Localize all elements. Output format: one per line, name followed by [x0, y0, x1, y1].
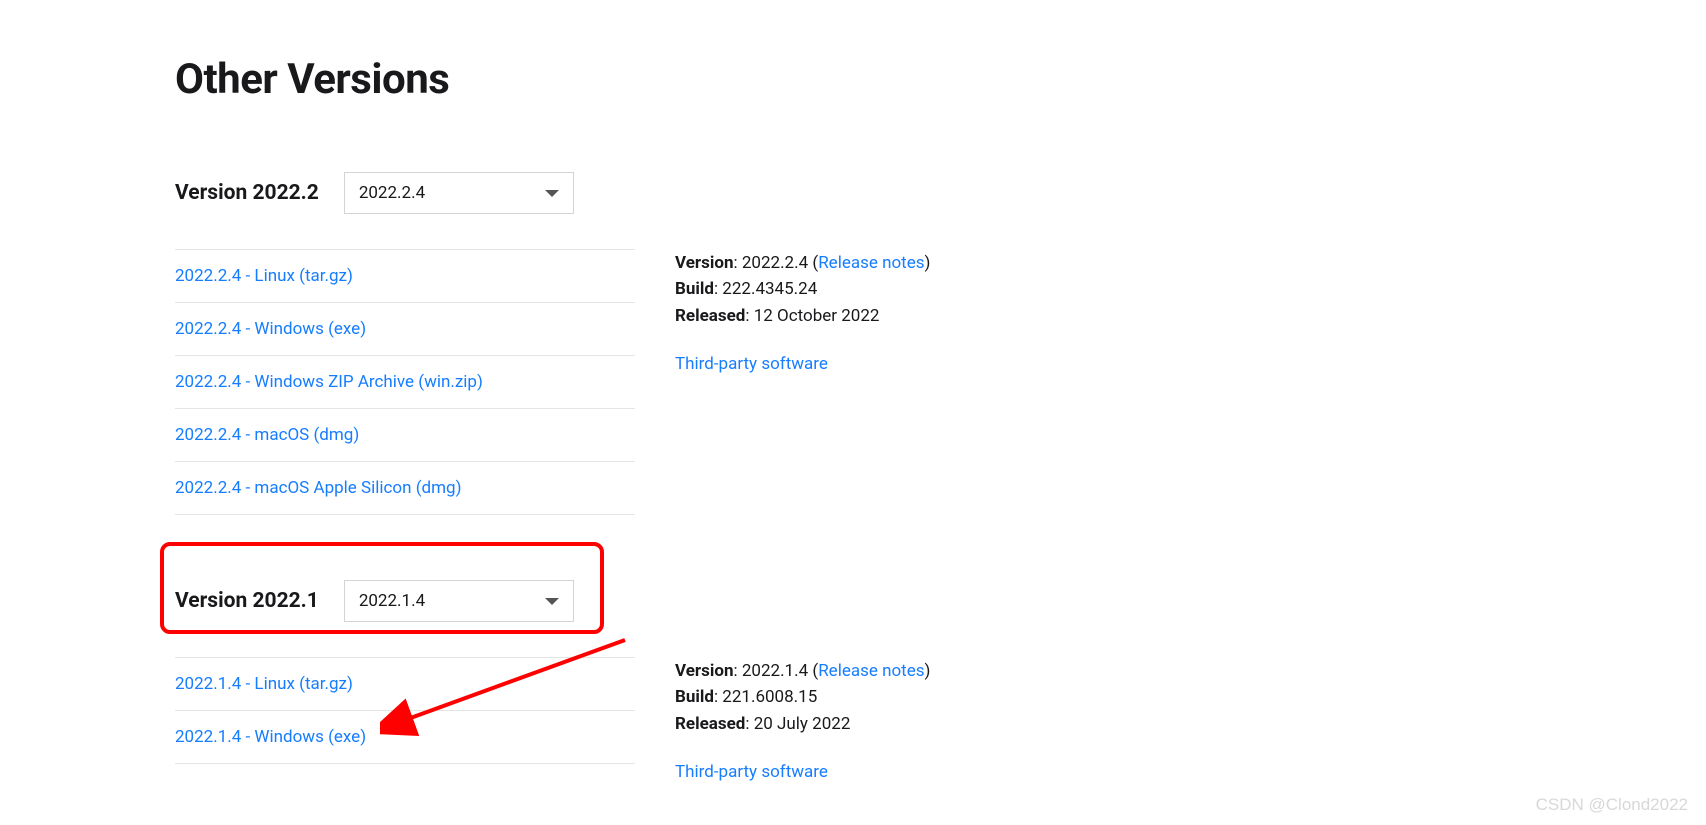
- download-link-linux[interactable]: 2022.1.4 - Linux (tar.gz): [175, 674, 353, 694]
- download-link-windows-exe[interactable]: 2022.1.4 - Windows (exe): [175, 727, 366, 747]
- meta-released-label: Released: [675, 714, 745, 734]
- page-title: Other Versions: [175, 55, 1706, 104]
- release-notes-link[interactable]: Release notes: [818, 661, 924, 681]
- version-label: Version 2022.1: [175, 589, 319, 613]
- version-dropdown[interactable]: 2022.1.4: [344, 580, 574, 622]
- watermark-text: CSDN @Clond2022: [1536, 795, 1688, 815]
- list-item: 2022.2.4 - Windows ZIP Archive (win.zip): [175, 355, 635, 408]
- meta-build-value: 222.4345.24: [722, 279, 817, 299]
- download-link-linux[interactable]: 2022.2.4 - Linux (tar.gz): [175, 266, 353, 286]
- download-list: 2022.1.4 - Linux (tar.gz) 2022.1.4 - Win…: [175, 657, 635, 785]
- list-item: 2022.1.4 - Windows (exe): [175, 710, 635, 764]
- meta-version-label: Version: [675, 661, 734, 681]
- chevron-down-icon: [545, 598, 559, 605]
- meta-build-label: Build: [675, 687, 714, 707]
- version-section-2022-2: Version 2022.2 2022.2.4 2022.2.4 - Linux…: [175, 172, 1706, 515]
- chevron-down-icon: [545, 190, 559, 197]
- list-item: 2022.2.4 - Linux (tar.gz): [175, 249, 635, 302]
- download-link-windows-exe[interactable]: 2022.2.4 - Windows (exe): [175, 319, 366, 339]
- meta-version-label: Version: [675, 253, 734, 273]
- third-party-link[interactable]: Third-party software: [675, 354, 828, 374]
- meta-released-value: 12 October 2022: [754, 306, 880, 326]
- meta-panel: Version: 2022.1.4 (Release notes) Build:…: [675, 657, 930, 785]
- meta-build-label: Build: [675, 279, 714, 299]
- version-section-2022-1: Version 2022.1 2022.1.4 2022.1.4 - Linux…: [175, 580, 1706, 785]
- download-list: 2022.2.4 - Linux (tar.gz) 2022.2.4 - Win…: [175, 249, 635, 515]
- meta-released-label: Released: [675, 306, 745, 326]
- release-notes-link[interactable]: Release notes: [818, 253, 924, 273]
- download-link-macos-silicon[interactable]: 2022.2.4 - macOS Apple Silicon (dmg): [175, 478, 462, 498]
- download-link-windows-zip[interactable]: 2022.2.4 - Windows ZIP Archive (win.zip): [175, 372, 483, 392]
- third-party-link[interactable]: Third-party software: [675, 762, 828, 782]
- meta-version-value: 2022.2.4: [742, 253, 808, 273]
- dropdown-value: 2022.1.4: [359, 591, 425, 611]
- list-item: 2022.2.4 - Windows (exe): [175, 302, 635, 355]
- download-link-macos[interactable]: 2022.2.4 - macOS (dmg): [175, 425, 359, 445]
- version-label: Version 2022.2: [175, 181, 319, 205]
- meta-version-value: 2022.1.4: [742, 661, 808, 681]
- version-dropdown[interactable]: 2022.2.4: [344, 172, 574, 214]
- list-item: 2022.2.4 - macOS (dmg): [175, 408, 635, 461]
- dropdown-value: 2022.2.4: [359, 183, 425, 203]
- list-item: 2022.1.4 - Linux (tar.gz): [175, 657, 635, 710]
- meta-panel: Version: 2022.2.4 (Release notes) Build:…: [675, 249, 930, 515]
- meta-released-value: 20 July 2022: [754, 714, 851, 734]
- list-item: 2022.2.4 - macOS Apple Silicon (dmg): [175, 461, 635, 515]
- meta-build-value: 221.6008.15: [722, 687, 817, 707]
